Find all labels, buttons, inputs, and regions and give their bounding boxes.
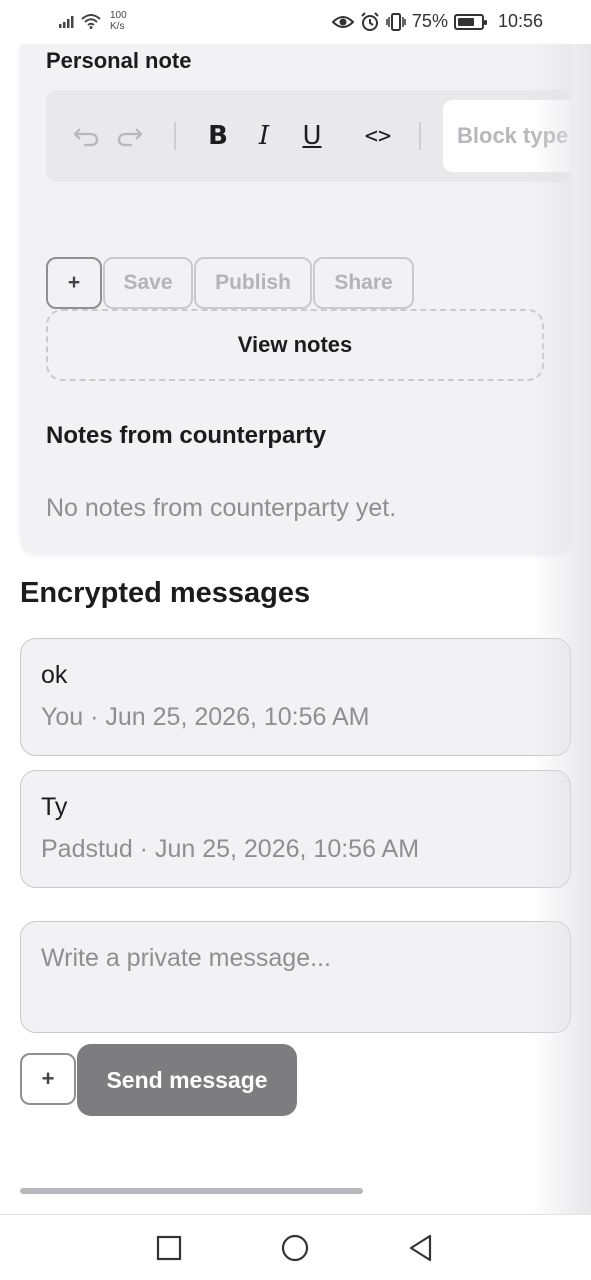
editor-toolbar: B I U <> Block type: [46, 90, 571, 182]
message-meta: Padstud · Jun 25, 2026, 10:56 AM: [41, 835, 420, 863]
recents-square-icon[interactable]: [154, 1233, 184, 1263]
block-type-select[interactable]: Block type: [443, 100, 571, 172]
status-left: 100 K/s: [58, 10, 127, 32]
vibrate-icon: [386, 12, 406, 31]
signal-icon: [59, 16, 74, 28]
italic-button[interactable]: I: [244, 116, 284, 156]
underline-button[interactable]: U: [292, 116, 332, 156]
alarm-icon: [361, 11, 379, 31]
message-meta: You · Jun 25, 2026, 10:56 AM: [41, 703, 370, 731]
publish-button[interactable]: Publish: [194, 257, 312, 309]
battery-icon: [453, 13, 487, 30]
back-triangle-icon[interactable]: [406, 1233, 436, 1263]
clock: 10:56: [497, 11, 543, 31]
speed-value: 100: [110, 10, 127, 21]
send-message-button[interactable]: Send message: [77, 1044, 297, 1116]
counterparty-empty-text: No notes from counterparty yet.: [46, 494, 397, 522]
save-button[interactable]: Save: [103, 257, 193, 309]
message-item: ok You · Jun 25, 2026, 10:56 AM: [20, 638, 571, 756]
battery-percent: 75%: [411, 11, 448, 31]
message-input[interactable]: Write a private message...: [20, 921, 571, 1033]
personal-note-card: Personal note B I U <> Block type + Save…: [20, 44, 571, 554]
wifi-icon: [81, 14, 101, 29]
toolbar-divider: [419, 122, 421, 150]
share-button[interactable]: Share: [313, 257, 414, 309]
messages-title: Encrypted messages: [20, 577, 311, 609]
code-button[interactable]: <>: [356, 116, 400, 156]
message-item: Ty Padstud · Jun 25, 2026, 10:56 AM: [20, 770, 571, 888]
message-text: ok: [41, 661, 68, 689]
network-speed: 100 K/s: [110, 10, 127, 32]
redo-icon[interactable]: [110, 116, 150, 156]
speed-unit: K/s: [110, 21, 125, 32]
status-right: 75% 10:56: [331, 11, 543, 32]
message-text: Ty: [41, 793, 68, 821]
counterparty-title: Notes from counterparty: [46, 422, 327, 449]
personal-note-title: Personal note: [46, 48, 192, 73]
add-button[interactable]: +: [46, 257, 102, 309]
bold-button[interactable]: B: [198, 116, 238, 156]
system-nav-bar: [0, 1214, 591, 1280]
status-bar: 100 K/s 75% 10:56: [0, 0, 591, 44]
scrollbar[interactable]: [20, 1188, 363, 1194]
eye-icon: [331, 15, 354, 28]
home-circle-icon[interactable]: [280, 1233, 310, 1263]
attach-button[interactable]: +: [20, 1053, 76, 1105]
undo-icon[interactable]: [66, 116, 106, 156]
view-notes-button[interactable]: View notes: [46, 309, 544, 381]
toolbar-divider: [174, 122, 176, 150]
